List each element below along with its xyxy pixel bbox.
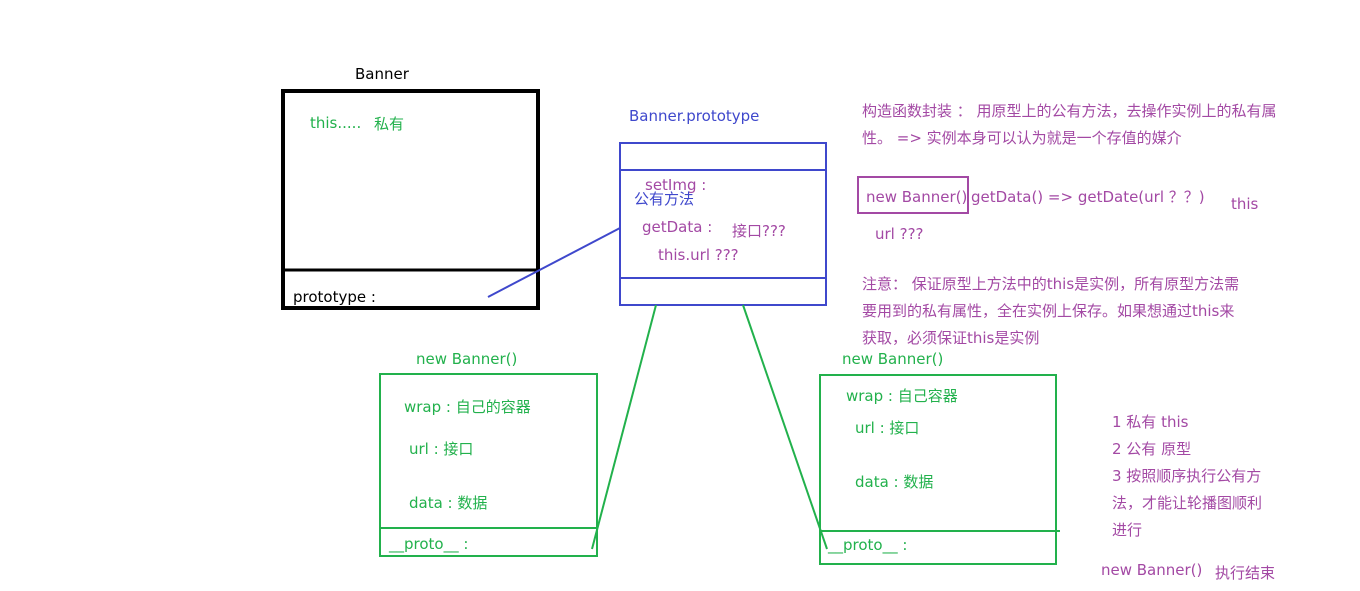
- note-new-banner-boxed: new Banner(): [866, 188, 968, 206]
- note-this-word: this: [1231, 195, 1259, 213]
- banner-title: Banner: [355, 65, 409, 83]
- note-list-line3: 3 按照顺序执行公有方: [1112, 467, 1262, 485]
- note-constructor-line1: 构造函数封装 ： 用原型上的公有方法，去操作实例上的私有属: [862, 102, 1277, 120]
- instance-left-data: data : 数据: [409, 494, 488, 512]
- banner-private-label: 私有: [374, 115, 405, 133]
- instance-left-url: url : 接口: [409, 440, 474, 458]
- prototype-link-line: [487, 227, 621, 298]
- prototype-this-url: this.url ???: [658, 246, 739, 264]
- note-final-done: 执行结束: [1215, 564, 1276, 582]
- note-constructor-line2: 性。 => 实例本身可以认为就是一个存值的媒介: [862, 129, 1182, 147]
- note-list-line5: 进行: [1112, 521, 1143, 539]
- instance-right-title: new Banner(): [842, 350, 944, 368]
- note-list-line4: 法，才能让轮播图顺利: [1112, 494, 1263, 512]
- proto-link-left: [591, 304, 657, 550]
- instance-right-wrap: wrap : 自己容器: [846, 387, 958, 405]
- prototype-interface-question: 接口???: [732, 222, 786, 240]
- prototype-getdata: getData :: [642, 218, 713, 236]
- proto-link-right: [742, 304, 828, 550]
- note-list-line2: 2 公有 原型: [1112, 440, 1192, 458]
- instance-right-proto: __proto__ :: [828, 536, 908, 554]
- note-attention-line1: 注意： 保证原型上方法中的this是实例，所有原型方法需: [862, 275, 1240, 293]
- instance-left-proto: __proto__ :: [389, 535, 469, 553]
- instance-right-url: url : 接口: [855, 419, 920, 437]
- prototype-public-methods: 公有方法: [634, 190, 695, 208]
- instance-left-title: new Banner(): [416, 350, 518, 368]
- note-list-line1: 1 私有 this: [1112, 413, 1189, 431]
- note-attention-line3: 获取，必须保证this是实例: [862, 329, 1040, 347]
- prototype-title: Banner.prototype: [629, 107, 760, 125]
- note-url-question: url ???: [875, 225, 924, 243]
- instance-right-data: data : 数据: [855, 473, 934, 491]
- note-getdata-expression: getData() => getDate(url ？？): [971, 188, 1205, 206]
- banner-this-label: this.....: [310, 114, 362, 132]
- note-attention-line2: 要用到的私有属性，全在实例上保存。如果想通过this来: [862, 302, 1235, 320]
- note-final-new-banner: new Banner(): [1101, 561, 1203, 579]
- banner-prototype-label: prototype :: [293, 288, 376, 306]
- instance-left-wrap: wrap : 自己的容器: [404, 398, 531, 416]
